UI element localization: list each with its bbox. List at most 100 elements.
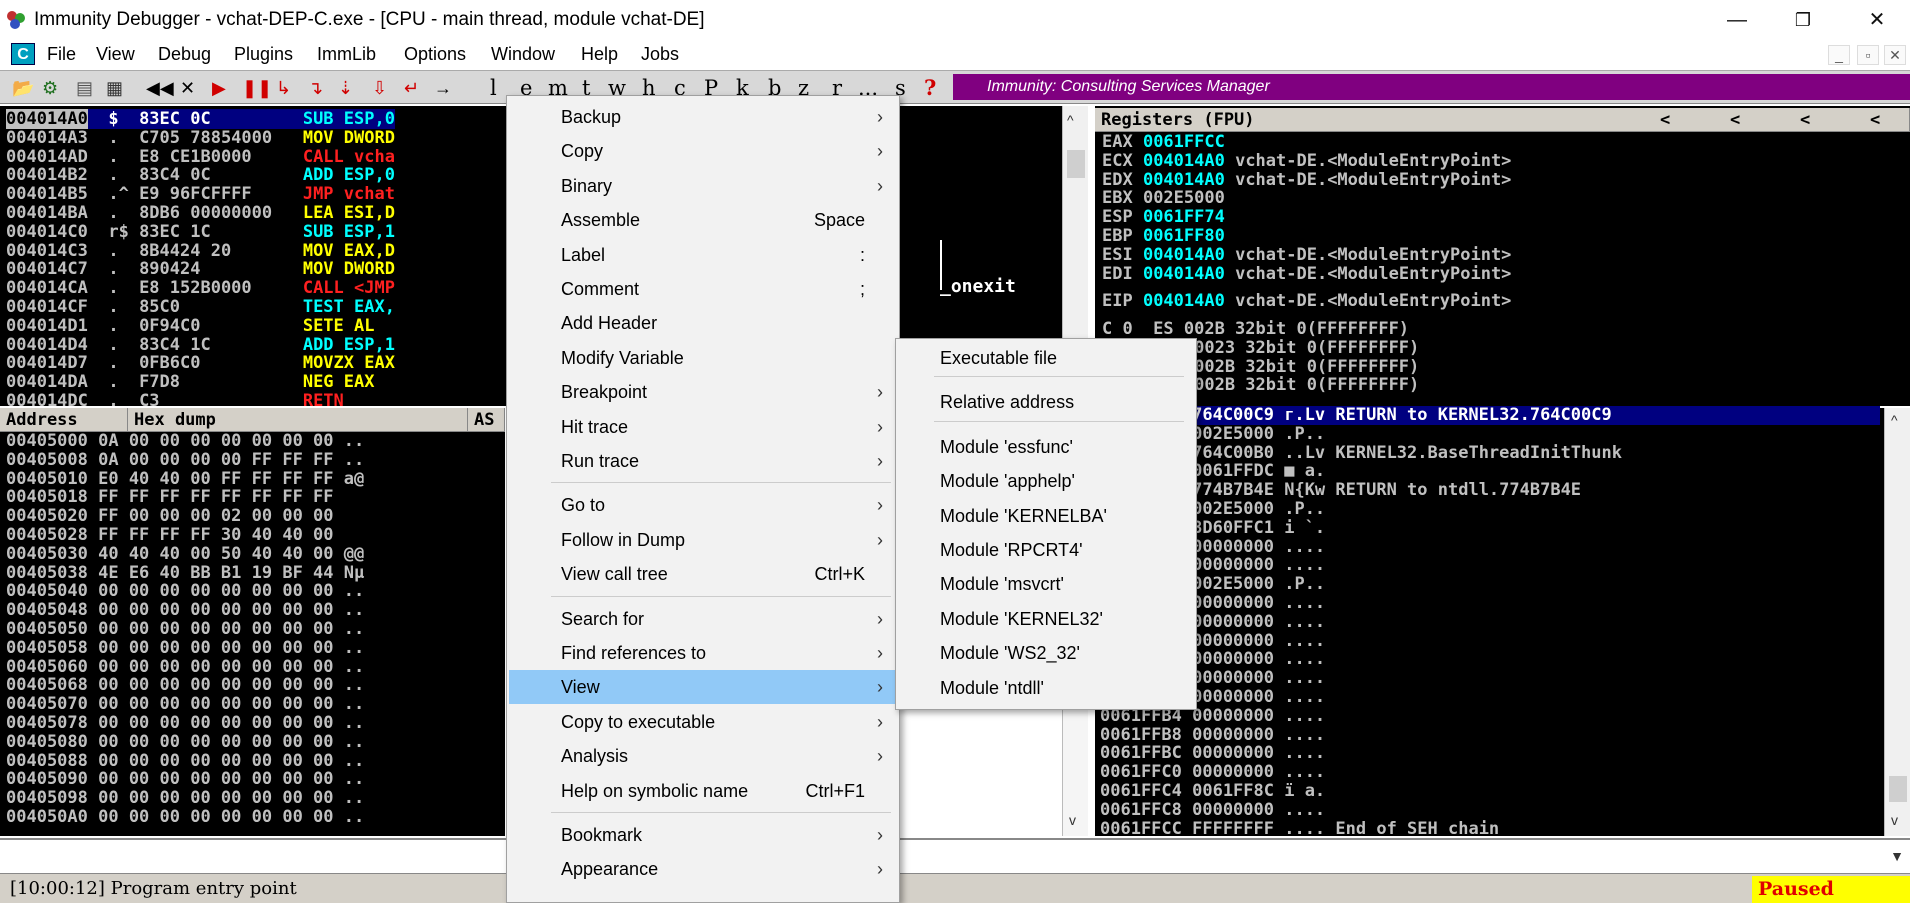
trace-over-icon[interactable]: ⇩ — [372, 76, 387, 100]
dump-row[interactable]: 00405078 00 00 00 00 00 00 00 00 .. — [6, 714, 364, 733]
context-menu-item-comment[interactable]: Comment; — [509, 272, 897, 306]
trace-into-icon[interactable]: ⇣ — [338, 76, 353, 100]
view-submenu-item[interactable]: Module 'apphelp' — [898, 464, 1194, 498]
context-menu-item-binary[interactable]: Binary › — [509, 169, 897, 203]
context-menu-item-copy-to-executable[interactable]: Copy to executable › — [509, 705, 897, 739]
dump-row[interactable]: 00405000 0A 00 00 00 00 00 00 00 .. — [6, 432, 364, 451]
reg-arrow-2[interactable]: < — [1730, 108, 1740, 132]
dump-row[interactable]: 00405098 00 00 00 00 00 00 00 00 .. — [6, 789, 364, 808]
menu-plugins[interactable]: Plugins — [234, 44, 293, 65]
register-ebx[interactable]: EBX 002E5000 — [1102, 189, 1235, 208]
stack-row[interactable]: 0061FFC8 00000000 .... — [1100, 800, 1335, 820]
toolbar-log-button[interactable]: l — [490, 76, 497, 100]
dump-row[interactable]: 00405060 00 00 00 00 00 00 00 00 .. — [6, 657, 364, 677]
disasm-row[interactable]: 004014AD . E8 CE1B0000 CALL vcha — [6, 147, 395, 167]
dump-row[interactable]: 00405008 0A 00 00 00 00 FF FF FF .. — [6, 450, 364, 470]
disasm-row[interactable]: 004014D4 . 83C4 1C ADD ESP,1 — [6, 335, 395, 355]
menu-jobs[interactable]: Jobs — [641, 44, 679, 65]
dump-row[interactable]: 00405090 00 00 00 00 00 00 00 00 .. — [6, 770, 364, 789]
execute-till-return-icon[interactable]: ↵ — [404, 76, 419, 100]
context-menu-item-assemble[interactable]: Assemble Space — [509, 203, 897, 237]
dump-row[interactable]: 00405048 00 00 00 00 00 00 00 00 .. — [6, 601, 364, 620]
toolbar-help-button[interactable]: ? — [924, 76, 936, 100]
disasm-row[interactable]: 004014C7 . 890424 MOV DWORD — [6, 260, 395, 279]
mdi-close-icon[interactable]: ✕ — [1884, 45, 1906, 65]
menu-help[interactable]: Help — [581, 44, 618, 65]
disasm-row[interactable]: 004014A3 . C705 78854000 MOV DWORD — [6, 128, 395, 148]
context-menu-item-hit-trace[interactable]: Hit trace › — [509, 410, 897, 444]
view-submenu-item[interactable]: Module 'essfunc' — [898, 430, 1194, 464]
disasm-row[interactable]: 004014CF . 85C0 TEST EAX, — [6, 298, 395, 317]
stack-row[interactable]: 0061FFC4 0061FF8C ï a. — [1100, 782, 1335, 801]
context-menu-item-search-for[interactable]: Search for › — [509, 602, 897, 636]
dump-row[interactable]: 00405028 FF FF FF FF 30 40 40 00 — [6, 526, 344, 545]
dump-row[interactable]: 004050A0 00 00 00 00 00 00 00 00 .. — [6, 808, 364, 827]
context-menu-item-add-header[interactable]: Add Header — [509, 306, 897, 340]
dump-row[interactable]: 00405030 40 40 40 00 50 40 40 00 @@ — [6, 544, 364, 564]
register-ecx[interactable]: ECX 004014A0 vchat-DE.<ModuleEntryPoint> — [1102, 151, 1511, 171]
view-submenu-item[interactable]: Module 'WS2_32' — [898, 636, 1194, 670]
go-to-icon[interactable]: → — [434, 76, 452, 100]
stack-row[interactable]: 0061FFBC 00000000 .... — [1100, 744, 1335, 763]
stack-row[interactable]: 0061FFCC FFFFFFFF .... End of SEH chain — [1100, 819, 1499, 839]
context-menu-item-help-on-symbolic-name[interactable]: Help on symbolic name Ctrl+F1 — [509, 774, 897, 808]
menu-immlib[interactable]: ImmLib — [317, 44, 376, 65]
view-submenu-item[interactable]: Module 'msvcrt' — [898, 567, 1194, 601]
register-ebp[interactable]: EBP 0061FF80 — [1102, 227, 1235, 246]
restore-button[interactable]: ❐ — [1783, 6, 1823, 34]
menu-options[interactable]: Options — [404, 44, 466, 65]
disasm-row[interactable]: 004014C0 r$ 83EC 1C SUB ESP,1 — [6, 222, 395, 242]
restart-icon[interactable]: ⚙ — [42, 76, 58, 100]
disasm-row[interactable]: 004014BA . 8DB6 00000000 LEA ESI,D — [6, 204, 395, 223]
register-eip[interactable]: EIP 004014A0 vchat-DE.<ModuleEntryPoint> — [1102, 292, 1511, 311]
view-submenu-item[interactable]: Module 'ntdll' — [898, 671, 1194, 705]
context-menu-item-view-call-tree[interactable]: View call tree Ctrl+K — [509, 557, 897, 591]
stack-row[interactable]: 0061FFC0 00000000 .... — [1100, 763, 1335, 782]
stop-icon[interactable]: ✕ — [180, 76, 195, 100]
register-esi[interactable]: ESI 004014A0 vchat-DE.<ModuleEntryPoint> — [1102, 245, 1511, 265]
menu-file[interactable]: File — [47, 44, 76, 65]
disasm-row[interactable]: 004014B2 . 83C4 0C ADD ESP,0 — [6, 166, 395, 185]
reg-arrow-3[interactable]: < — [1800, 108, 1810, 132]
segment-register-row[interactable]: C 0 ES 002B 32bit 0(FFFFFFFF) — [1102, 320, 1409, 339]
context-menu-item-find-references-to[interactable]: Find references to › — [509, 636, 897, 670]
attach-icon[interactable]: ▤ — [76, 76, 93, 100]
context-menu-item-modify-variable[interactable]: Modify Variable — [509, 341, 897, 375]
dump-row[interactable]: 00405050 00 00 00 00 00 00 00 00 .. — [6, 620, 364, 639]
dump-row[interactable]: 00405068 00 00 00 00 00 00 00 00 .. — [6, 676, 364, 695]
disasm-row[interactable]: 004014DC . C3 RETN — [6, 392, 344, 406]
context-menu-item-backup[interactable]: Backup › — [509, 100, 897, 134]
dump-row[interactable]: 00405080 00 00 00 00 00 00 00 00 .. — [6, 732, 364, 752]
step-into-icon[interactable]: ↳ — [276, 76, 291, 100]
stack-scrollbar[interactable]: ^ v — [1884, 408, 1910, 836]
view-submenu-item[interactable]: Module 'KERNELBA' — [898, 499, 1194, 533]
menu-view[interactable]: View — [96, 44, 135, 65]
dump-col-address[interactable]: Address — [0, 408, 128, 432]
stack-row[interactable]: 0061FFB8 00000000 .... — [1100, 725, 1335, 745]
register-eax[interactable]: EAX 0061FFCC — [1102, 133, 1235, 152]
dump-col-ascii[interactable]: AS — [468, 408, 505, 432]
reg-arrow-1[interactable]: < — [1660, 108, 1670, 132]
dump-row[interactable]: 00405018 FF FF FF FF FF FF FF FF — [6, 488, 344, 507]
step-over-icon[interactable]: ↴ — [308, 76, 323, 100]
dump-row[interactable]: 00405040 00 00 00 00 00 00 00 00 .. — [6, 582, 364, 601]
context-menu-item-label[interactable]: Label: — [509, 238, 897, 272]
context-menu-item-bookmark[interactable]: Bookmark › — [509, 818, 897, 852]
disasm-row[interactable]: 004014B5 .^ E9 96FCFFFF JMP vchat — [6, 185, 395, 204]
pause-icon[interactable]: ❚❚ — [242, 76, 272, 100]
menu-window[interactable]: Window — [491, 44, 555, 65]
minimize-button[interactable]: — — [1717, 6, 1757, 34]
context-menu-item-run-trace[interactable]: Run trace › — [509, 444, 897, 478]
disasm-row[interactable]: 004014C3 . 8B4424 20 MOV EAX,D — [6, 241, 395, 261]
register-esp[interactable]: ESP 0061FF74 — [1102, 208, 1235, 227]
dump-col-hex[interactable]: Hex dump — [128, 408, 468, 432]
disasm-row[interactable]: 004014DA . F7D8 NEG EAX — [6, 373, 374, 392]
disasm-row[interactable]: 004014D1 . 0F94C0 SETE AL — [6, 316, 374, 336]
context-menu-item-analysis[interactable]: Analysis › — [509, 739, 897, 773]
disasm-row[interactable]: 004014CA . E8 152B0000 CALL <JMP — [6, 279, 395, 298]
register-edx[interactable]: EDX 004014A0 vchat-DE.<ModuleEntryPoint> — [1102, 170, 1511, 190]
open-icon[interactable]: 📂 — [12, 76, 34, 100]
dump-row[interactable]: 00405088 00 00 00 00 00 00 00 00 .. — [6, 751, 364, 771]
rewind-icon[interactable]: ◀◀ — [146, 76, 174, 100]
context-menu-item-view[interactable]: View › — [509, 670, 897, 705]
